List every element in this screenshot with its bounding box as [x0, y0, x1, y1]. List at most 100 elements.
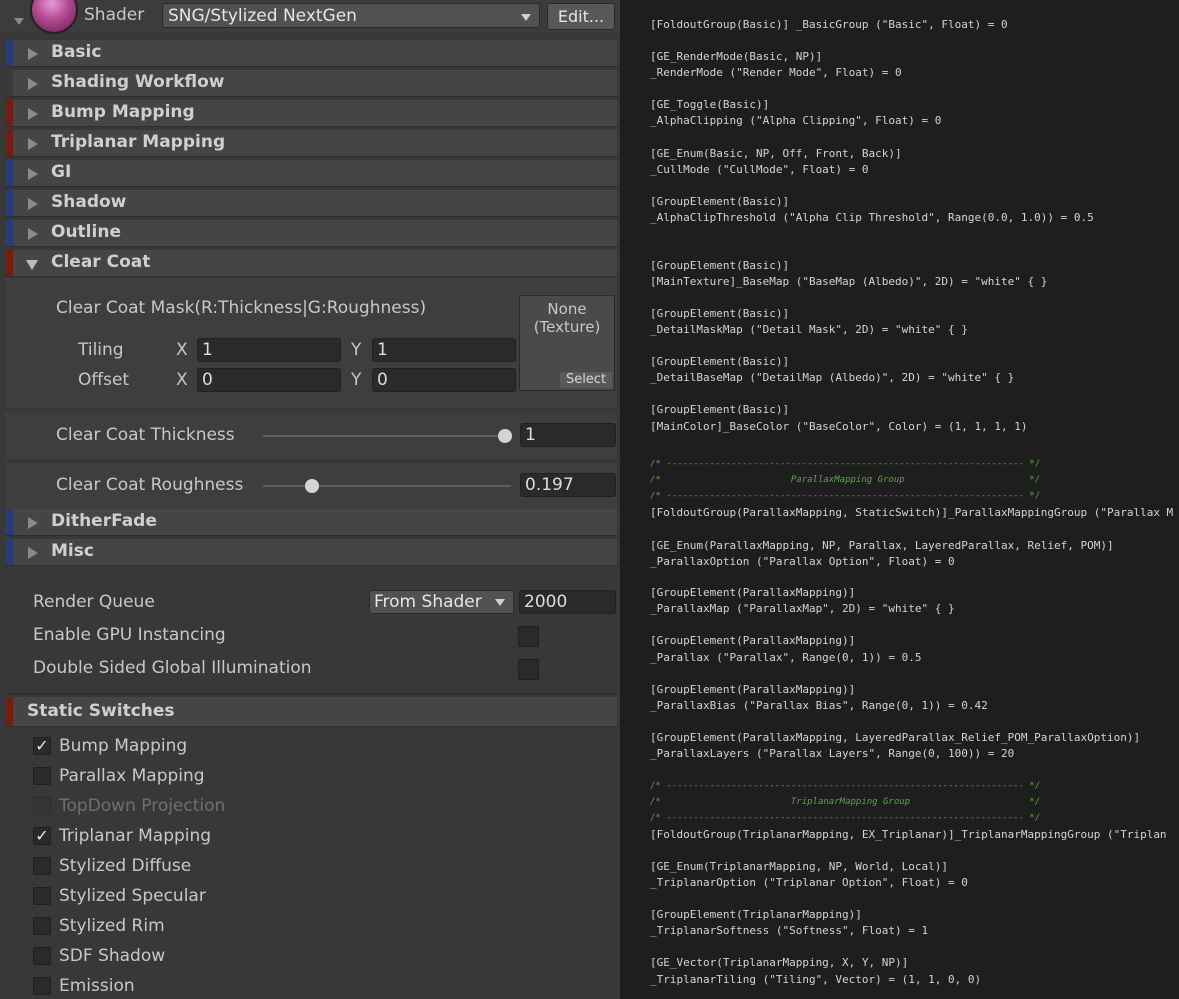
expand-arrow-icon: [28, 48, 38, 60]
render-queue-dropdown[interactable]: From Shader: [369, 590, 514, 614]
switch-checkbox[interactable]: [33, 767, 51, 785]
offset-x-field[interactable]: 0: [197, 368, 341, 392]
switch-checkbox[interactable]: ✓: [33, 737, 51, 755]
group-color-bar: [5, 220, 13, 246]
group-label: Outline: [51, 222, 121, 242]
switch-label: Stylized Diffuse: [59, 856, 192, 876]
code-comment: /* -------------------------------------…: [650, 459, 1041, 469]
code-comment: /* -------------------------------------…: [650, 491, 1041, 501]
tiling-y-field[interactable]: 1: [372, 338, 516, 362]
expand-arrow-icon: [28, 78, 38, 90]
thickness-value-field[interactable]: 1: [520, 423, 616, 447]
clear-coat-mask-label: Clear Coat Mask(R:Thickness|G:Roughness): [56, 298, 427, 318]
group-label: Basic: [51, 42, 102, 62]
switch-label: Stylized Specular: [59, 886, 206, 906]
code-line: _ParallaxMap ("ParallaxMap", 2D) = "whit…: [650, 602, 955, 615]
switch-label: Parallax Mapping: [59, 766, 205, 786]
tiling-x-field[interactable]: 1: [197, 338, 341, 362]
group-color-bar: [5, 40, 13, 66]
code-line: [GE_Enum(Basic, NP, Off, Front, Back)]: [650, 147, 902, 160]
code-line: _DetailMaskMap ("Detail Mask", 2D) = "wh…: [650, 323, 968, 336]
group-label: Bump Mapping: [51, 102, 195, 122]
group-shading-workflow[interactable]: Shading Workflow: [5, 70, 617, 97]
group-ditherfade[interactable]: DitherFade: [5, 509, 617, 536]
code-line: _AlphaClipThreshold ("Alpha Clip Thresho…: [650, 211, 1094, 224]
dropdown-arrow-icon: [521, 14, 531, 21]
texture-none-label: None: [547, 300, 587, 318]
code-line: [GE_Toggle(Basic)]: [650, 98, 770, 111]
switch-label: Triplanar Mapping: [59, 826, 212, 846]
render-queue-label: Render Queue: [33, 592, 155, 612]
code-line: [FoldoutGroup(Basic)] _BasicGroup ("Basi…: [650, 18, 1008, 31]
group-misc[interactable]: Misc: [5, 539, 617, 566]
thickness-slider-handle[interactable]: [498, 429, 512, 443]
group-shadow[interactable]: Shadow: [5, 190, 617, 217]
switch-label: Emission: [59, 976, 135, 996]
code-line: _RenderMode ("Render Mode", Float) = 0: [650, 66, 902, 79]
code-line: [GE_Enum(ParallaxMapping, NP, Parallax, …: [650, 539, 1114, 552]
group-label: Misc: [51, 541, 94, 561]
collapse-arrow-icon: [26, 260, 38, 270]
group-label: Clear Coat: [51, 252, 151, 272]
switch-label-disabled: TopDown Projection: [59, 796, 226, 816]
code-comment: /* TriplanarMapping Group */: [650, 797, 1041, 807]
static-switches-title: Static Switches: [27, 701, 175, 721]
static-switches-header: Static Switches: [5, 697, 617, 727]
tiling-x-label: X: [176, 340, 188, 360]
texture-select-button[interactable]: Select: [560, 372, 612, 388]
expand-arrow-icon: [28, 228, 38, 240]
edit-shader-button[interactable]: Edit...: [547, 3, 615, 30]
offset-y-field[interactable]: 0: [372, 368, 516, 392]
dropdown-arrow-icon: [495, 599, 505, 606]
render-queue-mode: From Shader: [374, 592, 482, 612]
code-line: [GroupElement(ParallaxMapping, LayeredPa…: [650, 731, 1141, 744]
code-line: _DetailBaseMap ("DetailMap (Albedo)", 2D…: [650, 371, 1015, 384]
gpu-instancing-checkbox[interactable]: [518, 626, 539, 647]
switch-checkbox[interactable]: [33, 917, 51, 935]
texture-type-label: (Texture): [533, 318, 601, 336]
code-line: [GE_RenderMode(Basic, NP)]: [650, 50, 823, 63]
group-color-bar: [5, 100, 13, 126]
group-color-bar: [5, 697, 13, 726]
shader-header: Shader SNG/Stylized NextGen Edit...: [0, 0, 620, 34]
shader-dropdown[interactable]: SNG/Stylized NextGen: [162, 3, 540, 28]
material-inspector: Shader SNG/Stylized NextGen Edit... Basi…: [0, 0, 620, 999]
group-color-bar: [5, 70, 13, 96]
group-triplanar-mapping[interactable]: Triplanar Mapping: [5, 130, 617, 157]
code-line: _ParallaxLayers ("Parallax Layers", Rang…: [650, 747, 1015, 760]
double-sided-gi-checkbox[interactable]: [518, 659, 539, 680]
roughness-value-field[interactable]: 0.197: [520, 473, 616, 497]
group-gi[interactable]: GI: [5, 160, 617, 187]
code-line: _TriplanarSoftness ("Softness", Float) =…: [650, 924, 929, 937]
divider: [5, 693, 617, 694]
switch-checkbox[interactable]: ✓: [33, 827, 51, 845]
code-line: _TriplanarTiling ("Tiling", Vector) = (1…: [650, 973, 982, 986]
group-color-bar: [5, 539, 13, 565]
group-basic[interactable]: Basic: [5, 40, 617, 67]
roughness-slider-handle[interactable]: [304, 479, 319, 493]
code-line: [GroupElement(Basic)]: [650, 355, 790, 368]
material-preview-sphere: [30, 0, 78, 34]
expand-arrow-icon: [28, 138, 38, 150]
expand-arrow-icon: [28, 547, 38, 559]
group-clear-coat[interactable]: Clear Coat: [5, 250, 617, 277]
switch-label: Bump Mapping: [59, 736, 188, 756]
switch-checkbox[interactable]: [33, 977, 51, 995]
code-comment: /* -------------------------------------…: [650, 781, 1041, 791]
group-color-bar: [5, 509, 13, 535]
roughness-slider-track[interactable]: [263, 485, 511, 487]
switch-checkbox[interactable]: [33, 857, 51, 875]
code-line: _TriplanarOption ("Triplanar Option", Fl…: [650, 876, 968, 889]
shader-dropdown-value: SNG/Stylized NextGen: [168, 6, 357, 26]
group-outline[interactable]: Outline: [5, 220, 617, 247]
switch-checkbox[interactable]: [33, 947, 51, 965]
header-foldout-icon[interactable]: [14, 18, 24, 25]
group-bump-mapping[interactable]: Bump Mapping: [5, 100, 617, 127]
code-comment: /* -------------------------------------…: [650, 813, 1041, 823]
texture-slot-caption: None (Texture): [520, 300, 614, 336]
render-queue-value-field[interactable]: 2000: [519, 590, 616, 614]
switch-checkbox[interactable]: [33, 887, 51, 905]
code-line: [GroupElement(Basic)]: [650, 195, 790, 208]
thickness-slider-track[interactable]: [263, 435, 505, 437]
clear-coat-texture-slot[interactable]: None (Texture) Select: [519, 295, 615, 391]
